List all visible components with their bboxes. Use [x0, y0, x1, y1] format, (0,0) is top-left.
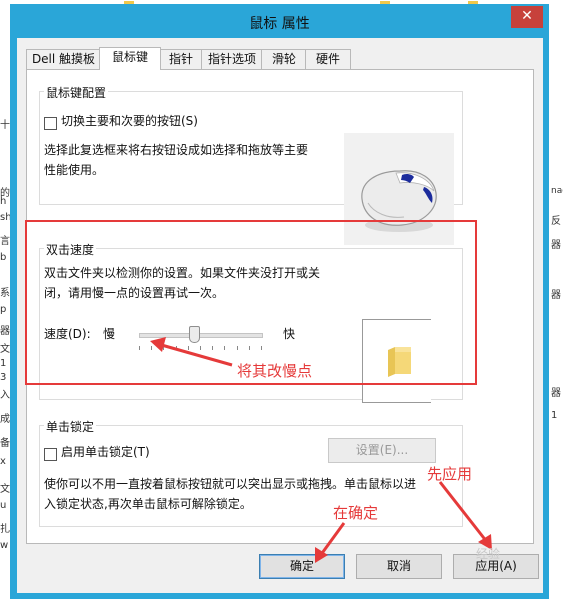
click-lock-label: 单击锁定 — [44, 418, 97, 435]
background-text: b — [0, 252, 7, 263]
click-lock-settings-button[interactable]: 设置(E)... — [328, 438, 436, 463]
background-text: x — [0, 456, 6, 467]
annotation-slow-hint: 将其改慢点 — [237, 362, 313, 380]
close-icon: ✕ — [521, 8, 533, 24]
background-text: 备 — [0, 438, 10, 449]
annotation-ok-hint: 在确定 — [333, 504, 379, 522]
background-text: 系 — [0, 288, 10, 299]
switch-buttons-checkbox[interactable] — [44, 117, 57, 130]
background-text: h — [0, 196, 7, 207]
tab-pointers[interactable]: 指针 — [159, 49, 203, 69]
tab-pointer-options[interactable]: 指针选项 — [201, 49, 263, 69]
background-text: 3 — [0, 372, 7, 383]
background-text: 成 — [0, 414, 10, 425]
close-button[interactable]: ✕ — [511, 6, 543, 28]
watermark: 经验 — [476, 547, 501, 561]
tab-dell-touchpad[interactable]: Dell 触摸板 — [26, 49, 101, 69]
background-text: 器 — [551, 240, 561, 251]
background-text: 1 — [551, 410, 558, 421]
click-lock-description: 使你可以不用一直按着鼠标按钮就可以突出显示或拖拽。单击鼠标以进 — [44, 477, 417, 491]
button-configuration-label: 鼠标键配置 — [44, 84, 109, 101]
annotation-apply-hint: 先应用 — [427, 465, 473, 483]
background-text: 器 — [551, 388, 561, 399]
tab-buttons[interactable]: 鼠标键 — [99, 47, 161, 70]
background-text: u — [0, 500, 7, 511]
background-text: 入 — [0, 390, 10, 401]
cancel-button[interactable]: 取消 — [356, 554, 442, 579]
switch-buttons-label[interactable]: 切换主要和次要的按钮(S) — [61, 111, 198, 131]
background-text: p — [0, 304, 7, 315]
background-text: 文 — [0, 484, 10, 495]
click-lock-checkbox-label[interactable]: 启用单击锁定(T) — [61, 442, 150, 462]
tab-hardware[interactable]: 硬件 — [305, 49, 351, 69]
background-text: 十 — [0, 120, 10, 131]
background-text: 器 — [0, 326, 10, 337]
title-bar[interactable]: 鼠标 属性 ✕ — [10, 4, 549, 38]
background-text: 言 — [0, 236, 10, 247]
button-config-description: 选择此复选框来将右按钮设成如选择和拖放等主要 — [44, 143, 309, 157]
background-text: nag — [551, 186, 563, 196]
background-text: 反 — [551, 216, 561, 227]
background-text: 器 — [551, 290, 561, 301]
tab-wheel[interactable]: 滑轮 — [261, 49, 307, 69]
click-lock-checkbox[interactable] — [44, 448, 57, 461]
background-text: 文 — [0, 344, 10, 355]
background-text: 扎 — [0, 524, 10, 535]
ok-button[interactable]: 确定 — [259, 554, 345, 579]
click-lock-description: 入锁定状态,再次单击鼠标可解除锁定。 — [44, 497, 252, 511]
window-title: 鼠标 属性 — [249, 16, 310, 32]
background-text: w — [0, 540, 9, 551]
background-text: 1 — [0, 358, 7, 369]
button-config-description: 性能使用。 — [44, 163, 105, 177]
